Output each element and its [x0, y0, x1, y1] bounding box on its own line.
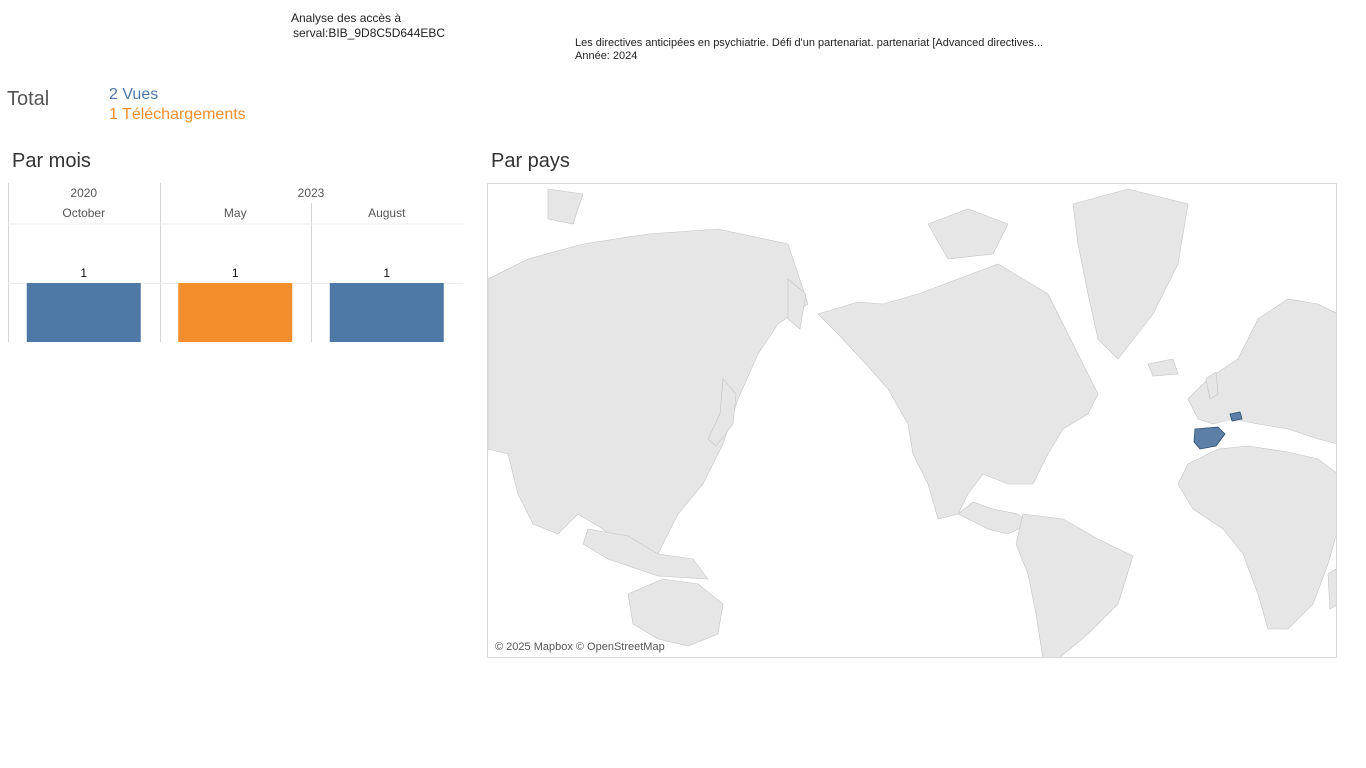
world-map[interactable] [488, 184, 1337, 658]
map-land-africa [1177, 445, 1336, 630]
total-label: Total [7, 88, 50, 110]
bar-october[interactable] [26, 283, 141, 342]
report-title-line1: Analyse des accès à [291, 11, 402, 25]
map-land-iceland [1147, 358, 1179, 377]
document-year: Année: 2024 [575, 50, 638, 62]
map-land-europe [1187, 298, 1336, 444]
year-header: 2020 [70, 186, 97, 200]
by-month-title: Par mois [12, 150, 91, 172]
bar-value-label: 1 [80, 266, 87, 280]
map-land-asia [488, 228, 809, 555]
bar-value-label: 1 [383, 266, 390, 280]
map-land-south-america [1015, 513, 1134, 657]
map-land-north-america [817, 263, 1099, 520]
month-header: August [368, 206, 406, 220]
map-land-central-america [957, 501, 1029, 535]
total-values: 2 Vues 1 Téléchargements [109, 85, 246, 125]
by-country-title: Par pays [491, 150, 570, 172]
year-header: 2023 [298, 186, 325, 200]
map-country-switzerland [1229, 411, 1243, 422]
map-country-spain [1193, 426, 1226, 450]
month-header: May [224, 206, 247, 220]
report-title-line2: serval:BIB_9D8C5D644EBC [293, 26, 446, 40]
monthly-bar-chart: 2020 2023 October 1 May 1 August 1 [8, 183, 464, 343]
total-downloads[interactable]: 1 Téléchargements [109, 105, 246, 125]
bar-may[interactable] [178, 283, 293, 342]
country-map[interactable]: © 2025 Mapbox © OpenStreetMap [487, 183, 1337, 658]
map-land-madagascar [1327, 568, 1336, 610]
map-credit[interactable]: © 2025 Mapbox © OpenStreetMap [495, 641, 665, 653]
document-info: Les directives anticipées en psychiatrie… [575, 37, 1043, 63]
map-land-kamchatka [787, 278, 807, 330]
map-land-arctic-2 [547, 188, 584, 225]
total-views[interactable]: 2 Vues [109, 85, 246, 105]
bar-value-label: 1 [232, 266, 239, 280]
map-land-arctic [927, 208, 1009, 260]
month-header: October [62, 206, 105, 220]
report-title: Analyse des accès à serval:BIB_9D8C5D644… [291, 11, 445, 41]
bar-august[interactable] [329, 283, 444, 342]
document-title: Les directives anticipées en psychiatrie… [575, 37, 1044, 49]
map-land-australia [627, 578, 724, 647]
map-land-greenland [1072, 188, 1189, 360]
